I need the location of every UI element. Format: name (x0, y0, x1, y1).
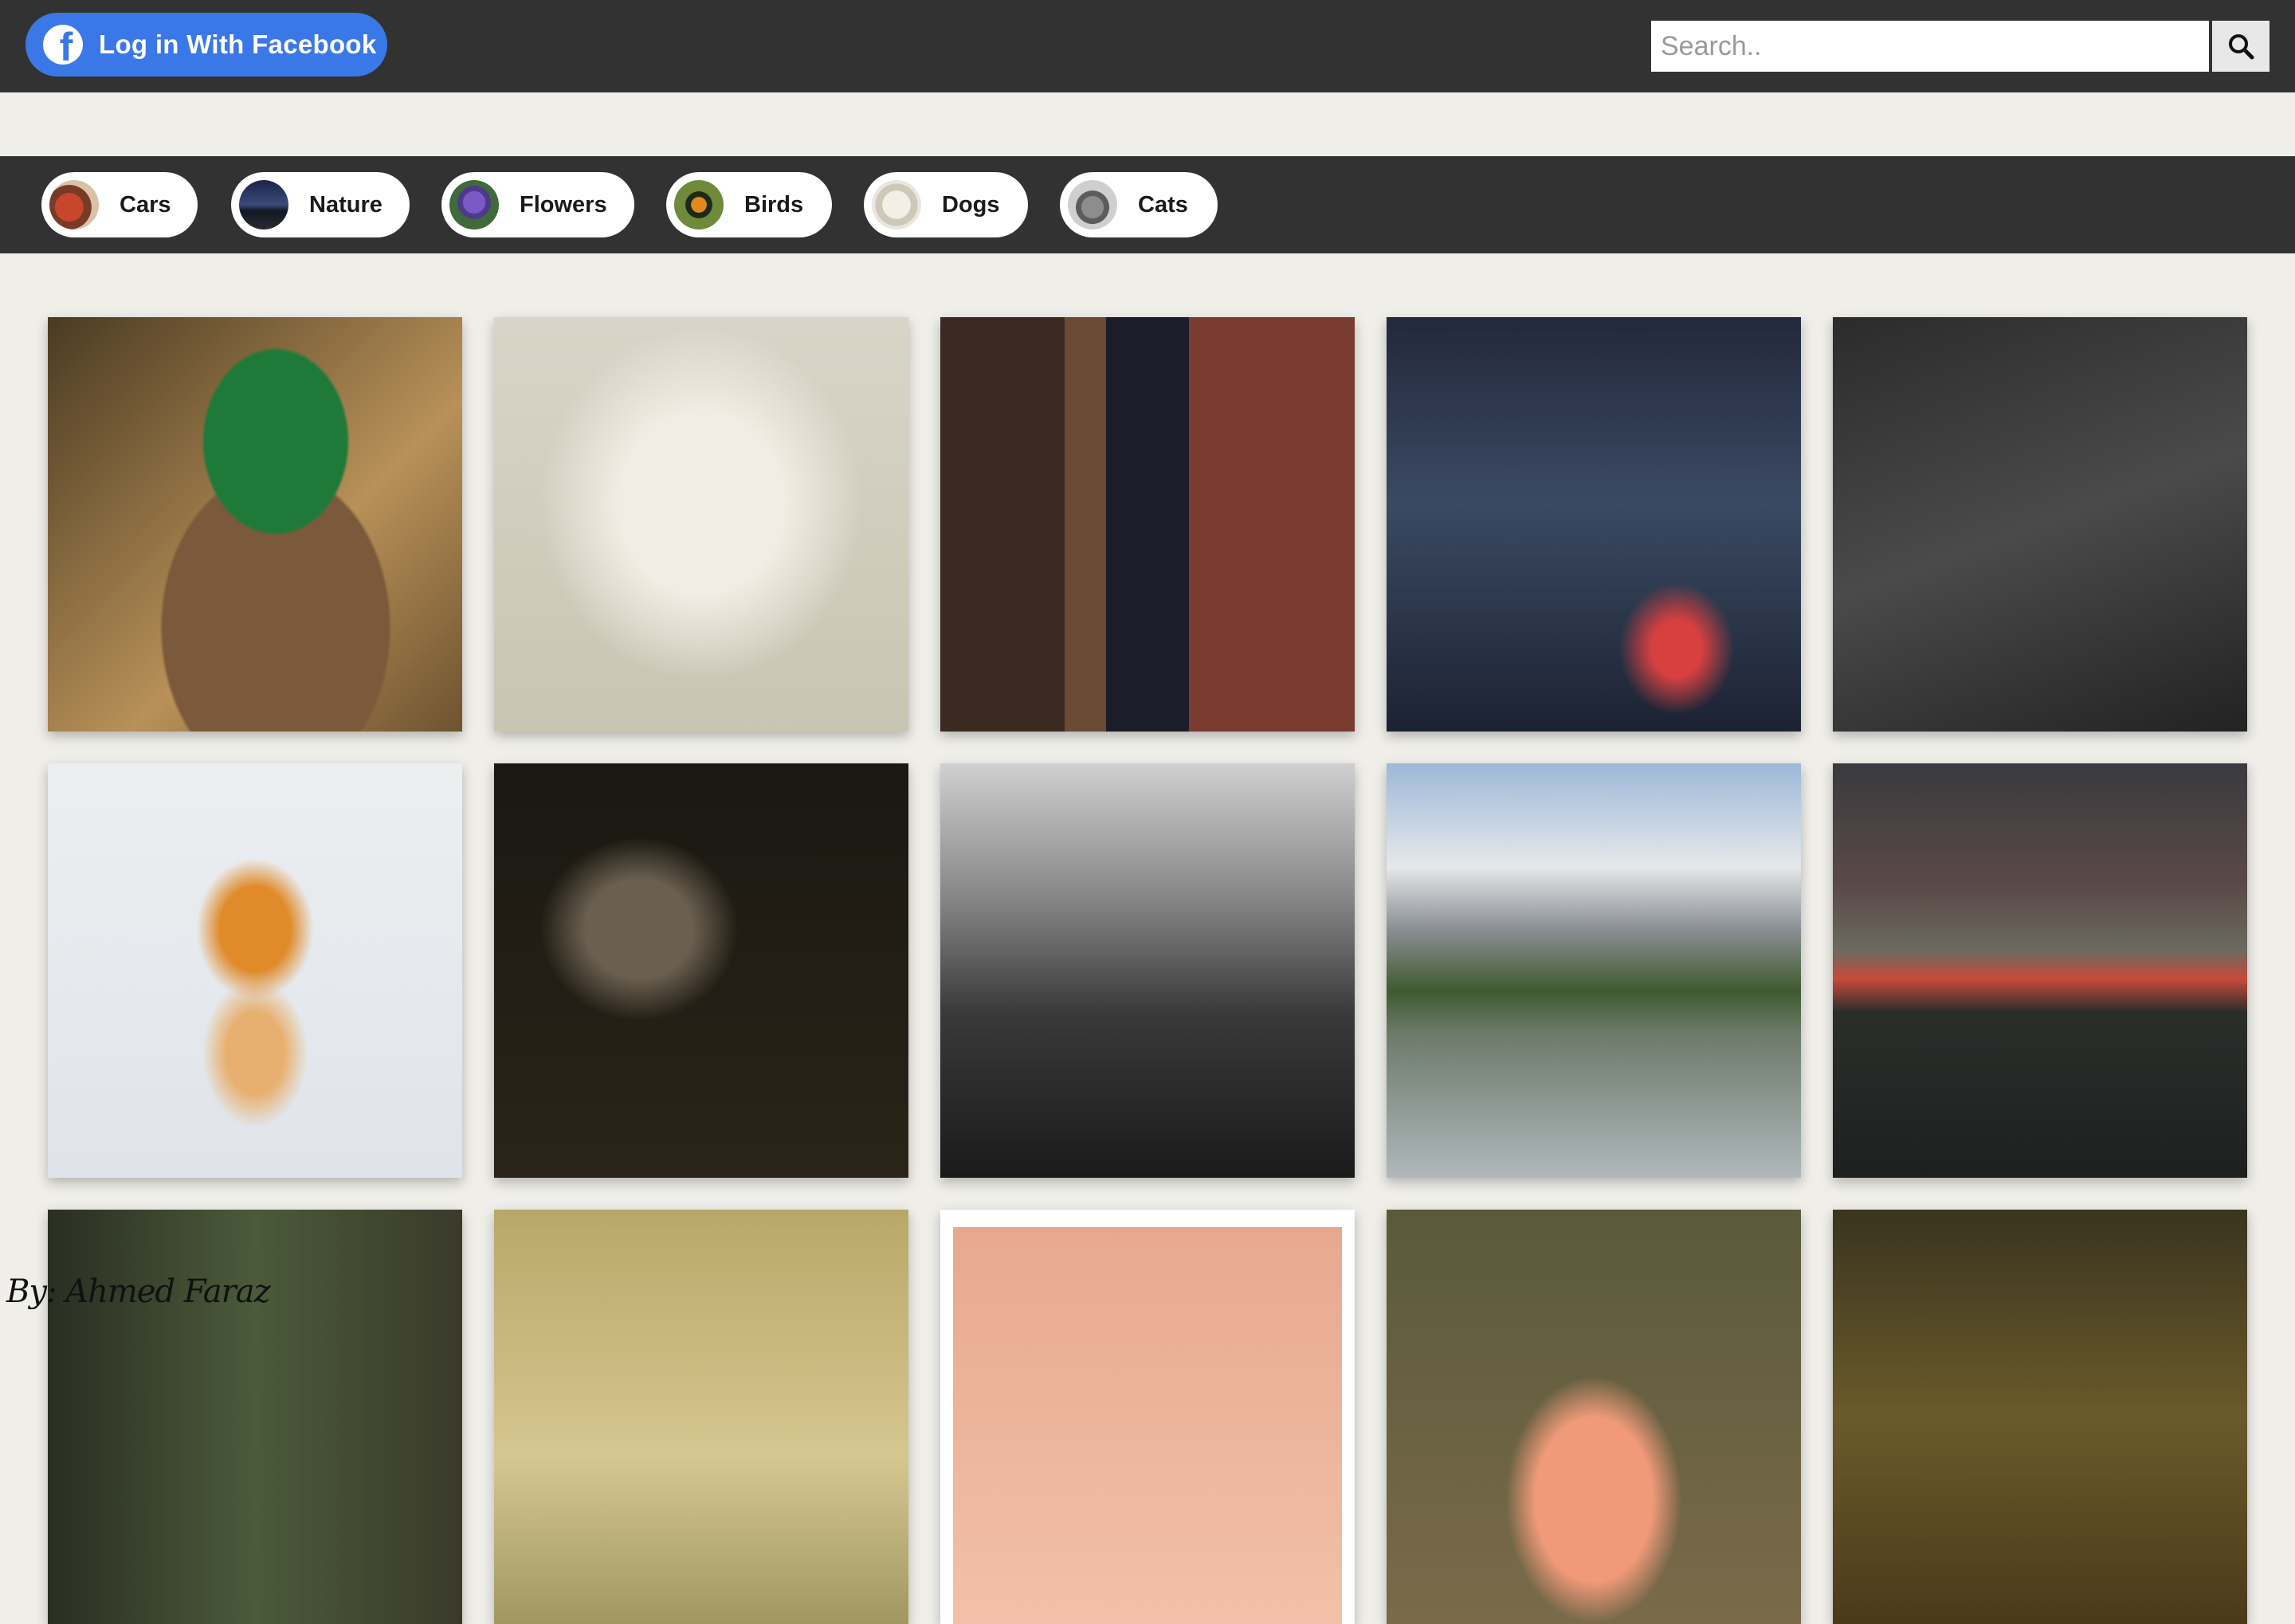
photo-lighthouse[interactable] (940, 1210, 1355, 1624)
search-input[interactable] (1651, 21, 2209, 72)
category-chip-dogs[interactable]: Dogs (864, 172, 1028, 237)
dogs-thumbnail (872, 180, 921, 229)
category-label: Nature (309, 191, 382, 218)
category-label: Birds (744, 191, 804, 218)
category-bar: Cars Nature Flowers Birds Dogs Cats (0, 156, 2295, 253)
facebook-login-button[interactable]: f Log in With Facebook (26, 13, 387, 76)
category-chip-cats[interactable]: Cats (1060, 172, 1218, 237)
photo-windows[interactable] (1833, 317, 2247, 732)
category-label: Dogs (942, 191, 1000, 218)
photo-duck[interactable] (48, 317, 462, 732)
category-chip-nature[interactable]: Nature (231, 172, 410, 237)
category-label: Cars (120, 191, 171, 218)
cats-thumbnail (1068, 180, 1117, 229)
category-chip-birds[interactable]: Birds (666, 172, 832, 237)
photo-mountain-lake[interactable] (1387, 763, 1801, 1178)
cars-thumbnail (49, 180, 99, 229)
birds-thumbnail (674, 180, 724, 229)
photo-portrait-dark[interactable] (494, 763, 908, 1178)
nature-thumbnail (239, 180, 288, 229)
facebook-icon: f (43, 25, 83, 65)
category-label: Flowers (520, 191, 607, 218)
category-chip-cars[interactable]: Cars (41, 172, 198, 237)
photo-sunset-reflection[interactable] (1833, 763, 2247, 1178)
search-button[interactable] (2212, 21, 2270, 72)
photo-flamingo[interactable] (1387, 1210, 1801, 1624)
search-icon (2229, 34, 2254, 60)
photo-building-trees[interactable] (1833, 1210, 2247, 1624)
flowers-thumbnail (449, 180, 499, 229)
photo-woman-lace[interactable] (494, 317, 908, 732)
photo-bridge[interactable] (940, 763, 1355, 1178)
lighthouse-inner (953, 1227, 1342, 1624)
category-chip-flowers[interactable]: Flowers (441, 172, 634, 237)
top-bar: f Log in With Facebook (0, 0, 2295, 92)
photo-golden-sky[interactable] (494, 1210, 908, 1624)
photo-city-street[interactable] (940, 317, 1355, 732)
category-label: Cats (1138, 191, 1188, 218)
photo-forest[interactable] (48, 1210, 462, 1624)
photo-island-fog[interactable] (48, 763, 462, 1178)
facebook-login-label: Log in With Facebook (99, 29, 377, 59)
photo-mountain-road[interactable] (1387, 317, 1801, 732)
author-credit: By: Ahmed Faraz (6, 1273, 271, 1310)
